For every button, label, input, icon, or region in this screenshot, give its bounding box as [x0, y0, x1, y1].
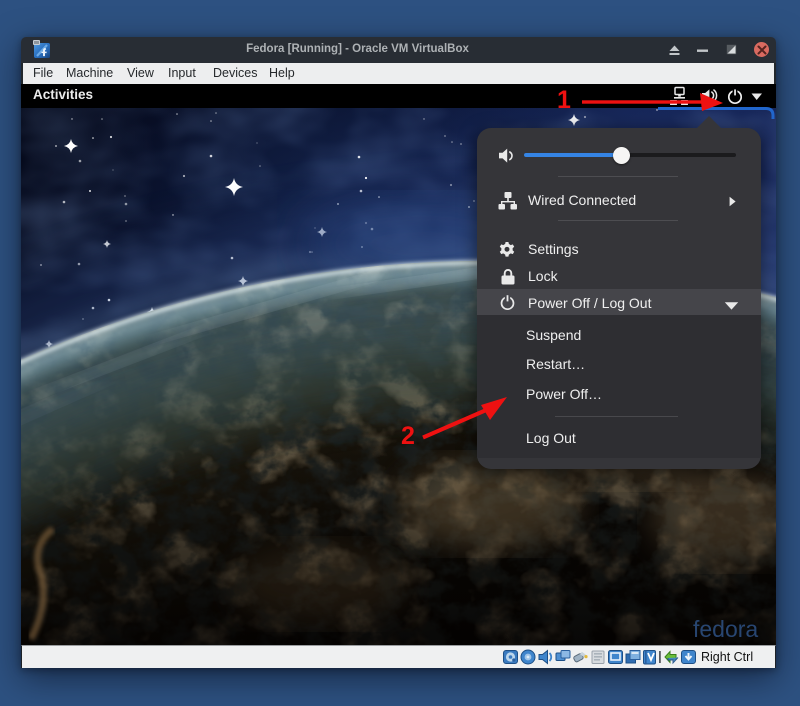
svg-text:fedora: fedora [693, 616, 758, 642]
